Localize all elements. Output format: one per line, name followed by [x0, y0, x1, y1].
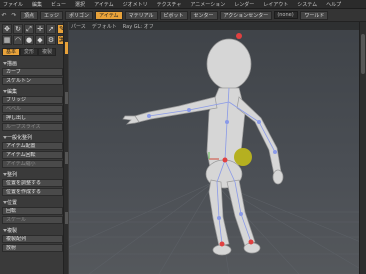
menu-bar: ファイル 編集 ビュー 選択 アイテム ジオメトリ テクスチャ アニメーション … [0, 0, 366, 9]
joint-right-knee [239, 212, 243, 216]
menu-animation[interactable]: アニメーション [190, 1, 225, 8]
joint-left-knee [217, 216, 221, 220]
menu-item[interactable]: アイテム [94, 1, 114, 8]
right-scrollbar[interactable] [359, 22, 366, 274]
shading-label[interactable]: デフォルト [92, 23, 117, 30]
redo-icon[interactable]: ↷ [10, 11, 18, 19]
3d-viewport[interactable]: パース デフォルト Ray GL: オフ [69, 22, 359, 274]
joint-pelvis [222, 157, 228, 163]
menu-help[interactable]: ヘルプ [326, 1, 341, 8]
duplicate-array-button[interactable]: 複製配列 [2, 235, 63, 243]
section-edit[interactable]: 編集 [2, 88, 63, 95]
rotate-button[interactable]: 回転 [2, 207, 63, 215]
select-icon[interactable]: ➚ [46, 24, 56, 34]
joint-left-wrist [147, 114, 151, 118]
panel-side-strip[interactable] [63, 22, 68, 274]
scroll-thumb[interactable] [361, 34, 365, 74]
joint-left-elbow [187, 108, 191, 112]
tab-pivot[interactable]: ピボット [159, 10, 188, 20]
move-icon[interactable]: ✥ [2, 24, 12, 34]
joint-right-wrist [273, 150, 277, 154]
character-right-foot [243, 242, 261, 254]
undo-icon[interactable]: ↶ [0, 11, 8, 19]
tab-duplicate[interactable]: 複製 [38, 48, 57, 56]
item-place-button[interactable]: アイテム配置 [2, 142, 63, 150]
joint-left-ankle [219, 241, 225, 247]
bridge-button[interactable]: ブリッジ [2, 96, 63, 104]
joint-head-top [236, 33, 242, 39]
joint-right-ankle [248, 239, 254, 245]
menu-system[interactable]: システム [297, 1, 317, 8]
action-center-field[interactable]: (none) [274, 11, 299, 19]
menu-render[interactable]: レンダー [234, 1, 254, 8]
tab-polygon[interactable]: ポリゴン [65, 10, 94, 20]
strip-tab-1[interactable] [65, 42, 68, 54]
section-general-align[interactable]: 一般化整列 [2, 134, 63, 141]
character-head [206, 38, 252, 90]
skeleton-button[interactable]: スケルトン [2, 77, 63, 85]
menu-file[interactable]: ファイル [3, 1, 23, 8]
item-rotate-button[interactable]: アイテム回転 [2, 151, 63, 159]
create-position-button[interactable]: 位置を作成する [2, 188, 63, 196]
loop-slice-button[interactable]: ループスライス [2, 123, 63, 131]
adjust-position-button[interactable]: 位置を調整する [2, 179, 63, 187]
menu-view[interactable]: ビュー [51, 1, 66, 8]
radial-button[interactable]: 放射 [2, 244, 63, 252]
strip-tab-4[interactable] [65, 212, 68, 224]
selection-toolbar: ↶ ↷ 頂点 エッジ ポリゴン アイテム マテリアル ピボット センター アクシ… [0, 9, 366, 22]
action-center-button[interactable]: アクションセンター [219, 10, 273, 20]
view-type-label[interactable]: パース [71, 23, 86, 30]
tab-item[interactable]: アイテム [95, 10, 123, 20]
app-window: ファイル 編集 ビュー 選択 アイテム ジオメトリ テクスチャ アニメーション … [0, 0, 366, 274]
viewport-scene [69, 33, 359, 274]
character-left-arm [134, 96, 218, 123]
symmetry-button[interactable]: ワールド [300, 10, 329, 20]
raygl-label[interactable]: Ray GL: オフ [123, 23, 154, 30]
menu-layout[interactable]: レイアウト [263, 1, 288, 8]
menu-texture[interactable]: テクスチャ [157, 1, 182, 8]
item-shrink-button[interactable]: アイテム縮小 [2, 160, 63, 168]
pin-icon[interactable]: ● [24, 35, 34, 45]
bend-icon[interactable]: ◠ [13, 35, 23, 45]
tool-list: 描画 カーブ スケルトン 編集 ブリッジ ベベル 押し出し ループスライス 一般… [2, 57, 63, 252]
drop-icon[interactable]: ◆ [35, 35, 45, 45]
panel-tabs: 基本 変形 複製 [2, 48, 64, 56]
settings-icon[interactable]: ⚙ [46, 35, 56, 45]
strip-tab-2[interactable] [65, 92, 68, 104]
strip-tab-3[interactable] [65, 152, 68, 164]
curve-button[interactable]: カーブ [2, 68, 63, 76]
section-duplicate[interactable]: 複製 [2, 227, 63, 234]
tool-icon-grid: ✥ ↻ ⤢ ✛ ➚ ✎ ▦ ◠ ● ◆ ⚙ ⌘ [2, 24, 67, 46]
scale-icon[interactable]: ⤢ [24, 24, 34, 34]
extrude-button[interactable]: 押し出し [2, 114, 63, 122]
tab-center[interactable]: センター [189, 10, 218, 20]
joint-spine [225, 120, 229, 124]
tab-deform[interactable]: 変形 [20, 48, 39, 56]
joint-right-elbow [257, 120, 261, 124]
section-draw[interactable]: 描画 [2, 60, 63, 67]
transform-icon[interactable]: ✛ [35, 24, 45, 34]
character-right-hand [272, 169, 284, 185]
scale-button[interactable]: スケール [2, 216, 63, 224]
tab-basic[interactable]: 基本 [2, 48, 21, 56]
menu-select[interactable]: 選択 [75, 1, 85, 8]
tab-material[interactable]: マテリアル [124, 10, 158, 20]
tool-panel: ✥ ↻ ⤢ ✛ ➚ ✎ ▦ ◠ ● ◆ ⚙ ⌘ 基本 変形 複製 描画 カーブ … [0, 22, 68, 274]
mesh-icon[interactable]: ▦ [2, 35, 12, 45]
tab-vertex[interactable]: 頂点 [20, 10, 39, 20]
section-position[interactable]: 位置 [2, 199, 63, 206]
section-align[interactable]: 整列 [2, 171, 63, 178]
character-model [122, 38, 284, 256]
bevel-button[interactable]: ベベル [2, 105, 63, 113]
rotate-icon[interactable]: ↻ [13, 24, 23, 34]
menu-geometry[interactable]: ジオメトリ [123, 1, 148, 8]
menu-edit[interactable]: 編集 [32, 1, 42, 8]
viewport-header: パース デフォルト Ray GL: オフ [69, 22, 359, 30]
light-marker-icon [234, 148, 252, 166]
tab-edge[interactable]: エッジ [40, 10, 64, 20]
